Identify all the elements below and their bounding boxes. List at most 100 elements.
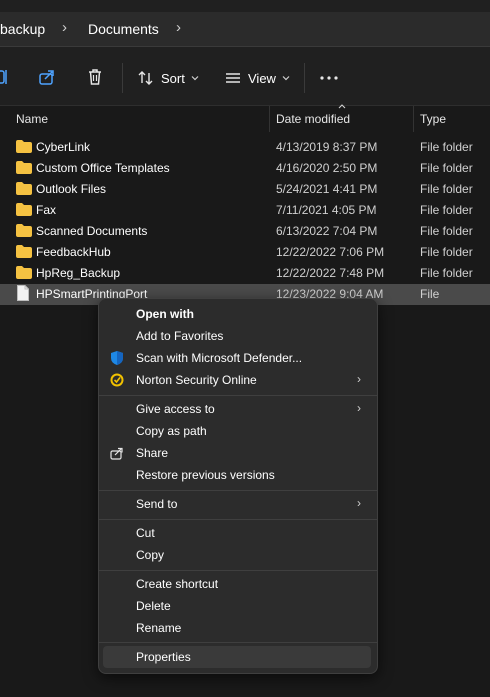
toolbar-divider [304, 63, 305, 93]
menu-item-send-to[interactable]: Send to › [103, 493, 371, 515]
file-type: File folder [420, 224, 473, 238]
menu-item-rename[interactable]: Rename [103, 617, 371, 639]
column-type[interactable]: Type [420, 112, 446, 126]
menu-item-label: Cut [136, 526, 155, 540]
menu-item-restore-previous-versions[interactable]: Restore previous versions [103, 464, 371, 486]
column-divider[interactable] [413, 106, 414, 132]
file-type: File folder [420, 266, 473, 280]
file-date: 4/16/2020 2:50 PM [276, 161, 378, 175]
view-icon [226, 73, 240, 83]
toolbar-divider [122, 63, 123, 93]
file-name: HpReg_Backup [36, 266, 121, 280]
menu-separator [99, 642, 377, 643]
share-icon [110, 447, 123, 460]
menu-item-label: Give access to [136, 402, 215, 416]
menu-item-label: Restore previous versions [136, 468, 275, 482]
menu-item-cut[interactable]: Cut [103, 522, 371, 544]
share-icon[interactable] [37, 67, 57, 87]
menu-item-norton[interactable]: Norton Security Online › [103, 369, 371, 391]
folder-icon [16, 266, 32, 279]
sort-button[interactable]: Sort [137, 67, 200, 89]
folder-icon [16, 224, 32, 237]
column-date-modified[interactable]: Date modified [276, 112, 350, 126]
column-divider[interactable] [269, 106, 270, 132]
menu-item-label: Properties [136, 650, 191, 664]
file-name: Fax [36, 203, 57, 217]
menu-item-label: Copy as path [136, 424, 207, 438]
file-date: 5/24/2021 4:41 PM [276, 182, 378, 196]
menu-item-label: Rename [136, 621, 182, 635]
chevron-right-icon: › [357, 372, 361, 386]
menu-item-give-access[interactable]: Give access to › [103, 398, 371, 420]
sort-icon [138, 71, 153, 85]
menu-separator [99, 570, 377, 571]
file-type: File [420, 287, 440, 301]
menu-item-label: Norton Security Online [136, 373, 257, 387]
sort-ascending-icon [338, 104, 346, 109]
menu-item-label: Share [136, 446, 169, 460]
menu-item-label: Delete [136, 599, 171, 613]
breadcrumb[interactable]: backup › Documents › [0, 12, 490, 47]
column-name[interactable]: Name [16, 112, 48, 126]
list-item[interactable]: HpReg_Backup 12/22/2022 7:48 PM File fol… [0, 263, 490, 284]
list-item[interactable]: CyberLink 4/13/2019 8:37 PM File folder [0, 137, 490, 158]
folder-icon [16, 161, 32, 174]
menu-item-label: Add to Favorites [136, 329, 224, 343]
list-item[interactable]: Fax 7/11/2021 4:05 PM File folder [0, 200, 490, 221]
menu-item-properties[interactable]: Properties [103, 646, 371, 668]
menu-item-create-shortcut[interactable]: Create shortcut [103, 573, 371, 595]
file-date: 12/22/2022 7:48 PM [276, 266, 385, 280]
list-item[interactable]: Custom Office Templates 4/16/2020 2:50 P… [0, 158, 490, 179]
menu-separator [99, 395, 377, 396]
list-item[interactable]: FeedbackHub 12/22/2022 7:06 PM File fold… [0, 242, 490, 263]
view-label: View [248, 70, 276, 86]
file-icon [17, 285, 29, 301]
view-button[interactable]: View [224, 67, 291, 89]
file-name: Scanned Documents [36, 224, 148, 238]
menu-separator [99, 519, 377, 520]
folder-icon [16, 140, 32, 153]
file-type: File folder [420, 245, 473, 259]
menu-item-label: Open with [136, 307, 194, 321]
folder-icon [16, 245, 32, 258]
file-name: Outlook Files [36, 182, 107, 196]
menu-item-share[interactable]: Share [103, 442, 371, 464]
norton-icon [110, 373, 124, 387]
menu-item-scan-defender[interactable]: Scan with Microsoft Defender... [103, 347, 371, 369]
menu-item-label: Send to [136, 497, 178, 511]
menu-item-open-with[interactable]: Open with [103, 303, 371, 325]
file-name: FeedbackHub [36, 245, 111, 259]
breadcrumb-item-backup[interactable]: backup [0, 21, 45, 37]
sort-label: Sort [161, 70, 185, 86]
file-type: File folder [420, 203, 473, 217]
menu-item-add-to-favorites[interactable]: Add to Favorites [103, 325, 371, 347]
folder-icon [16, 203, 32, 216]
column-header: Name Date modified Type [0, 104, 490, 132]
rename-icon[interactable] [0, 67, 14, 87]
breadcrumb-separator[interactable]: › [62, 19, 67, 36]
list-item[interactable]: Scanned Documents 6/13/2022 7:04 PM File… [0, 221, 490, 242]
menu-item-copy[interactable]: Copy [103, 544, 371, 566]
breadcrumb-separator[interactable]: › [176, 19, 181, 36]
list-item[interactable]: Outlook Files 5/24/2021 4:41 PM File fol… [0, 179, 490, 200]
more-options-icon[interactable] [319, 67, 339, 87]
command-bar: Sort View [0, 51, 490, 106]
address-bar: backup › Documents › [0, 9, 490, 51]
file-name: CyberLink [36, 140, 91, 154]
file-type: File folder [420, 140, 473, 154]
chevron-down-icon [282, 76, 290, 81]
file-date: 7/11/2021 4:05 PM [276, 203, 377, 217]
window-top-strip [0, 0, 490, 9]
context-menu: Open with Add to Favorites Scan with Mic… [98, 298, 378, 674]
menu-separator [99, 490, 377, 491]
delete-icon[interactable] [85, 67, 105, 87]
file-date: 4/13/2019 8:37 PM [276, 140, 378, 154]
menu-item-copy-as-path[interactable]: Copy as path [103, 420, 371, 442]
file-date: 12/22/2022 7:06 PM [276, 245, 385, 259]
menu-item-label: Create shortcut [136, 577, 219, 591]
file-name: Custom Office Templates [36, 161, 170, 175]
file-type: File folder [420, 182, 473, 196]
file-date: 6/13/2022 7:04 PM [276, 224, 378, 238]
breadcrumb-item-documents[interactable]: Documents [88, 21, 159, 37]
menu-item-delete[interactable]: Delete [103, 595, 371, 617]
